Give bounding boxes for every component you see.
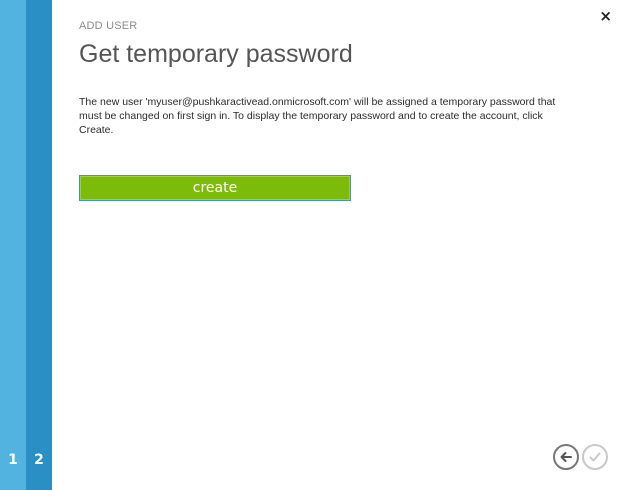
check-icon bbox=[589, 452, 601, 462]
wizard-step-2[interactable]: 2 bbox=[26, 0, 52, 490]
arrow-left-icon bbox=[560, 452, 572, 462]
add-user-dialog: 1 2 × ADD USER Get temporary password Th… bbox=[0, 0, 624, 490]
back-button[interactable] bbox=[553, 444, 579, 470]
wizard-step-1-number: 1 bbox=[8, 452, 18, 468]
page-title: Get temporary password bbox=[79, 40, 353, 68]
wizard-step-1[interactable]: 1 bbox=[0, 0, 26, 490]
wizard-navigation bbox=[553, 444, 608, 470]
complete-button[interactable] bbox=[582, 444, 608, 470]
wizard-step-2-number: 2 bbox=[34, 452, 44, 468]
wizard-step-rail: 1 2 bbox=[0, 0, 52, 490]
dialog-content: ADD USER Get temporary password The new … bbox=[79, 20, 569, 201]
description-text: The new user 'myuser@pushkaractivead.onm… bbox=[79, 96, 556, 136]
close-icon[interactable]: × bbox=[599, 9, 612, 24]
dialog-eyebrow: ADD USER bbox=[79, 20, 138, 32]
create-button[interactable]: create bbox=[79, 175, 351, 201]
